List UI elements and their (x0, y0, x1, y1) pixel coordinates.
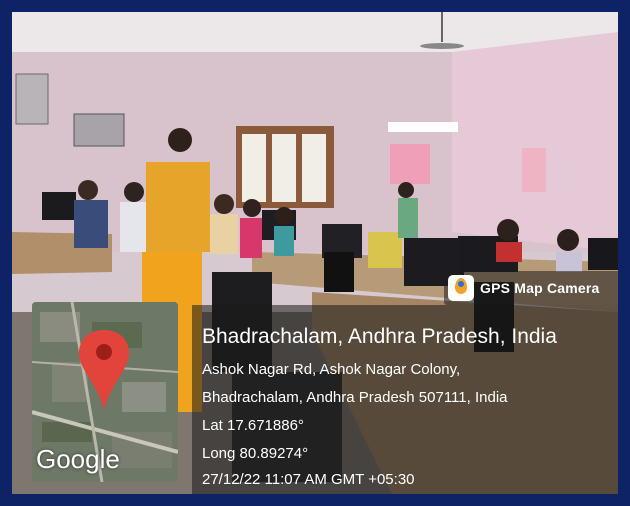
gps-map-camera-app-icon (448, 275, 474, 301)
longitude-text: Long 80.89274° (202, 445, 309, 462)
google-logo: Google (36, 444, 120, 474)
photo-frame: Google GPS Map Camera Bhadrachalam, Andh… (0, 0, 630, 506)
classroom-photo: Google GPS Map Camera Bhadrachalam, Andh… (12, 12, 618, 494)
datetime-text: 27/12/22 11:07 AM GMT +05:30 (202, 471, 415, 488)
latitude-text: Lat 17.671886° (202, 417, 304, 434)
badge-label: GPS Map Camera (480, 280, 600, 296)
location-map-thumbnail: Google (32, 302, 178, 482)
location-info-panel: Bhadrachalam, Andhra Pradesh, India Asho… (192, 305, 618, 494)
address-line-2: Bhadrachalam, Andhra Pradesh 507111, Ind… (202, 389, 508, 406)
location-title: Bhadrachalam, Andhra Pradesh, India (202, 325, 557, 348)
gps-map-camera-badge: GPS Map Camera (444, 271, 618, 305)
address-line-1: Ashok Nagar Rd, Ashok Nagar Colony, (202, 361, 461, 378)
